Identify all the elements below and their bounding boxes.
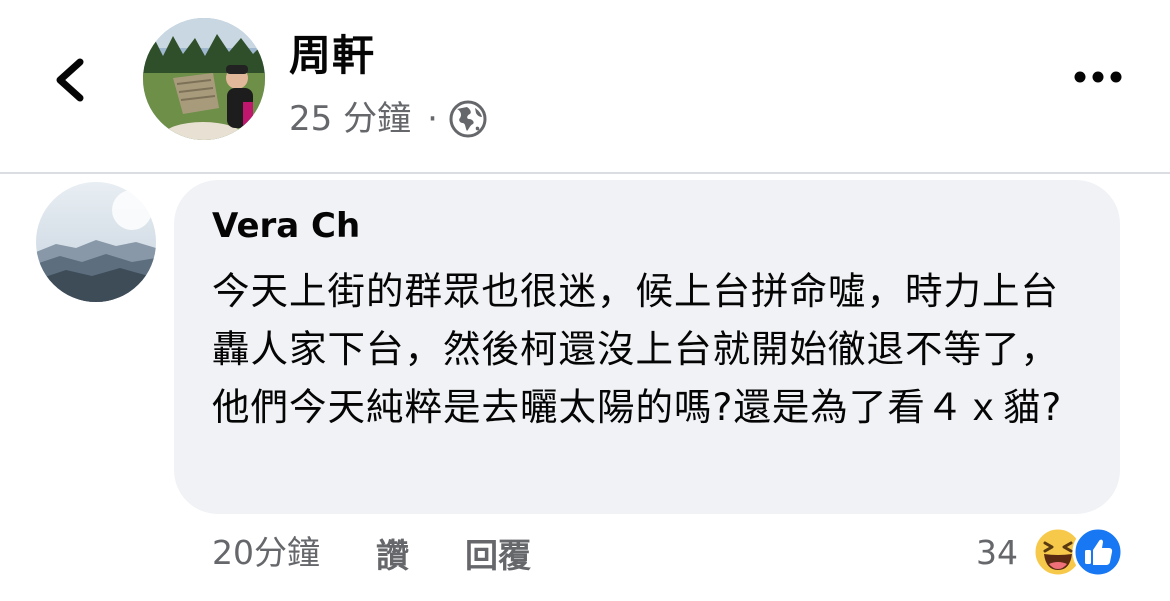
comment-actions: 20分鐘 讚 回覆 <box>212 530 531 576</box>
comment-bubble: Vera Ch 今天上街的群眾也很迷，候上台拼命噓，時力上台轟人家下台，然後柯還… <box>174 180 1120 514</box>
commenter-avatar[interactable] <box>36 182 156 302</box>
chevron-left-icon <box>56 58 84 102</box>
reaction-icons <box>1032 524 1132 580</box>
reply-button[interactable]: 回覆 <box>465 529 531 577</box>
author-avatar[interactable] <box>143 18 265 140</box>
post-header: 周軒 25 分鐘 · <box>0 0 1170 172</box>
meta-separator: · <box>427 99 438 139</box>
more-options-button[interactable] <box>1068 62 1128 92</box>
header-divider <box>0 172 1170 174</box>
post-meta: 25 分鐘 · <box>289 96 488 142</box>
comment-text: 今天上街的群眾也很迷，候上台拼命噓，時力上台轟人家下台，然後柯還沒上台就開始徹退… <box>212 269 1063 429</box>
reaction-summary[interactable]: 34 <box>976 522 1132 582</box>
more-dots-icon <box>1074 71 1122 83</box>
author-name[interactable]: 周軒 <box>289 28 375 84</box>
post-time[interactable]: 25 分鐘 <box>289 96 411 142</box>
back-button[interactable] <box>46 48 102 112</box>
comment-time[interactable]: 20分鐘 <box>212 530 320 576</box>
reaction-count: 34 <box>976 532 1018 572</box>
globe-icon <box>449 100 487 138</box>
commenter-name[interactable]: Vera Ch <box>212 204 360 248</box>
like-button[interactable]: 讚 <box>376 529 409 577</box>
like-icon <box>1072 526 1124 578</box>
